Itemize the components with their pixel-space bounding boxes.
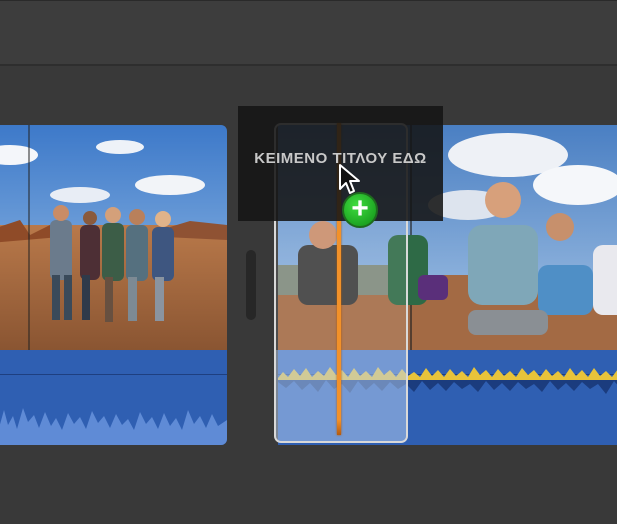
video-clip-left[interactable] [0, 125, 227, 445]
audio-waveform-left [0, 350, 227, 445]
clip-trim-handle[interactable] [246, 250, 256, 320]
toolbar-area [0, 0, 617, 64]
plus-icon: + [342, 192, 378, 228]
clip-thumbnail-left [0, 125, 227, 350]
top-border [0, 0, 617, 1]
playhead-tail [337, 420, 341, 435]
arrow-cursor-icon [339, 164, 360, 194]
